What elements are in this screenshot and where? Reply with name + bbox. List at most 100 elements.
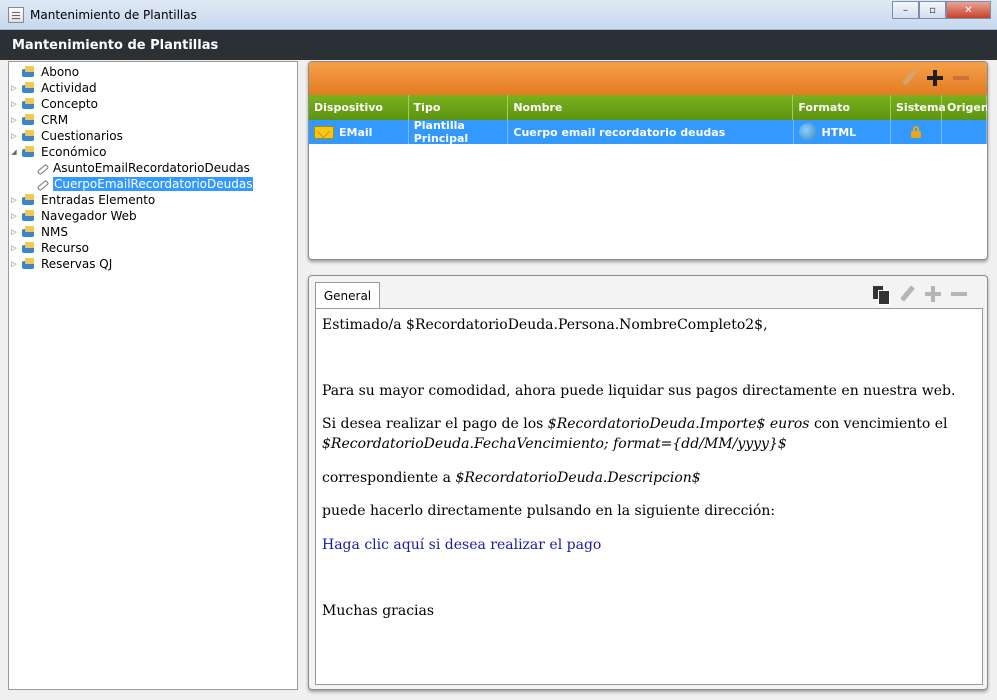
tree-item-entradas-elemento[interactable]: ▷ Entradas Elemento [9,192,297,208]
minimize-button[interactable]: – [892,1,919,19]
tree-item-label: NMS [41,225,68,239]
grid-toolbar [309,62,987,95]
minus-icon[interactable] [949,284,969,304]
window-controls: – ▫ ✕ [892,1,991,19]
folder-icon [21,65,37,79]
tree-item-label: Concepto [41,97,98,111]
tree-item-label: AsuntoEmailRecordatorioDeudas [53,161,250,175]
paragraph-text: Para su mayor comodidad, ahora puede liq… [322,383,956,399]
cell-tipo: Plantilla Principal [409,119,509,145]
tree-item-label: Entradas Elemento [41,193,156,207]
folder-icon [21,209,37,223]
variable-text: $RecordatorioDeuda.FechaVencimiento; for… [322,436,787,452]
tree-item-concepto[interactable]: ▷ Concepto [9,96,297,112]
close-button[interactable]: ✕ [946,1,991,19]
plus-icon[interactable] [923,284,943,304]
column-header[interactable]: Dispositivo [309,95,409,120]
expander-icon[interactable]: ▷ [9,132,19,140]
templates-grid-panel: Dispositivo Tipo Nombre Formato Sistema … [308,61,988,260]
cell-origen [942,120,987,144]
table-row[interactable]: EMail Plantilla Principal Cuerpo email r… [309,119,987,145]
variable-text: $RecordatorioDeuda.Importe$ euros [547,416,810,432]
template-tree: Abono ▷ Actividad ▷ Concepto ▷ CRM ▷ Cuestio… [8,61,298,690]
folder-icon [21,241,37,255]
expander-icon[interactable]: ▷ [9,100,19,108]
tab-general[interactable]: General [315,282,380,308]
pencil-icon[interactable] [899,68,919,88]
cell-dispositivo: EMail [309,120,409,144]
expander-icon[interactable]: ▷ [9,84,19,92]
tree-item-abono[interactable]: Abono [9,64,297,80]
tree-item-asunto-email[interactable]: AsuntoEmailRecordatorioDeudas [9,160,297,176]
cell-sistema [891,120,943,144]
text-span: Si desea realizar el pago de los [322,416,548,432]
paragraph-text: Si desea realizar el pago de los $Record… [322,416,948,432]
minus-icon[interactable] [951,68,971,88]
tree-item-actividad[interactable]: ▷ Actividad [9,80,297,96]
expander-icon[interactable]: ◢ [9,148,19,156]
folder-icon [21,193,37,207]
text-span: con vencimiento el [809,416,948,432]
folder-icon [21,145,37,159]
page-header: Mantenimiento de Plantillas [0,30,997,60]
copy-icon[interactable] [871,284,891,305]
column-header[interactable]: Tipo [409,95,509,120]
envelope-icon [314,125,334,139]
grid-header: Dispositivo Tipo Nombre Formato Sistema … [309,95,987,120]
plus-icon[interactable] [925,68,945,88]
folder-icon [21,257,37,271]
expander-icon[interactable]: ▷ [9,196,19,204]
folder-icon [21,129,37,143]
template-editor-panel: General Estimado/a $RecordatorioDeuda.Pe… [308,275,988,690]
paragraph-text: puede hacerlo directamente pulsando en l… [322,503,776,519]
tree-item-nms[interactable]: ▷ NMS [9,224,297,240]
payment-link[interactable]: Haga clic aquí si desea realizar el pago [322,537,601,553]
tree-item-label: Recurso [41,241,89,255]
template-body-editor[interactable]: Estimado/a $RecordatorioDeuda.Persona.No… [315,308,983,685]
link-icon [35,161,49,175]
tree-item-recurso[interactable]: ▷ Recurso [9,240,297,256]
expander-icon[interactable]: ▷ [9,260,19,268]
paragraph-text: $RecordatorioDeuda.FechaVencimiento; for… [322,436,787,452]
cell-formato: HTML [794,120,892,144]
lock-icon [910,126,922,138]
tree-item-cuerpo-email[interactable]: CuerpoEmailRecordatorioDeudas [9,176,297,192]
html-icon [798,123,817,141]
expander-icon[interactable]: ▷ [9,212,19,220]
tree-item-label: Navegador Web [41,209,137,223]
tree-item-label: CRM [41,113,69,127]
tree-item-label: Abono [41,65,80,79]
variable-text: $RecordatorioDeuda.Descripcion$ [455,470,701,486]
tree-item-label: Actividad [41,81,97,95]
paragraph-text: correspondiente a $RecordatorioDeuda.Des… [322,470,701,486]
tree-item-economico[interactable]: ◢ Económico [9,144,297,160]
maximize-button[interactable]: ▫ [919,1,946,19]
column-header[interactable]: Origen [942,95,987,120]
column-header[interactable]: Sistema [891,95,946,120]
tree-item-navegador-web[interactable]: ▷ Navegador Web [9,208,297,224]
cell-text: HTML [821,125,857,139]
expander-icon[interactable]: ▷ [9,116,19,124]
window-titlebar: Mantenimiento de Plantillas – ▫ ✕ [0,0,997,30]
folder-icon [21,97,37,111]
column-header[interactable]: Formato [793,95,891,120]
tree-item-cuestionarios[interactable]: ▷ Cuestionarios [9,128,297,144]
expander-icon[interactable]: ▷ [9,244,19,252]
window-title: Mantenimiento de Plantillas [30,7,197,22]
folder-icon [21,113,37,127]
folder-icon [21,81,37,95]
tree-item-reservas-qj[interactable]: ▷ Reservas QJ [9,256,297,272]
closing-text: Muchas gracias [322,603,435,619]
folder-icon [21,225,37,239]
tree-item-label: Cuestionarios [41,129,123,143]
app-icon [8,6,24,23]
greeting-text: Estimado/a $RecordatorioDeuda.Persona.No… [322,317,768,333]
cell-nombre: Cuerpo email recordatorio deudas [508,120,794,144]
pencil-icon[interactable] [897,284,917,304]
expander-icon[interactable]: ▷ [9,228,19,236]
tree-item-crm[interactable]: ▷ CRM [9,112,297,128]
link-icon [35,177,49,191]
text-span: correspondiente a [322,470,456,486]
column-header[interactable]: Nombre [508,95,794,120]
cell-text: EMail [339,125,373,139]
